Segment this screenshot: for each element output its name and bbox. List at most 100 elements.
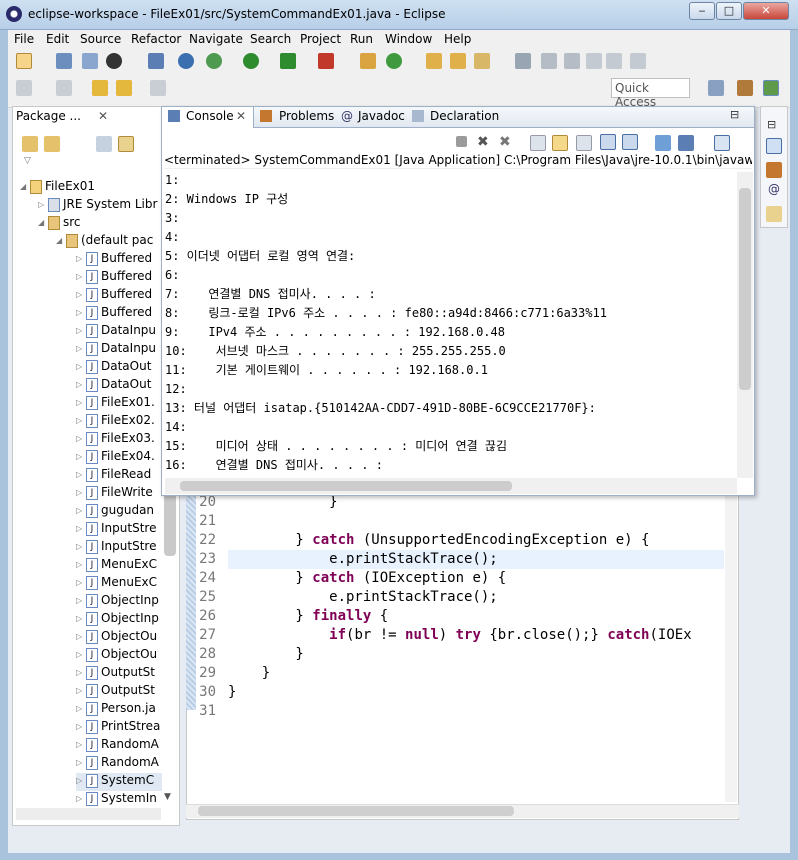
pin-console-icon[interactable] xyxy=(655,135,671,151)
expand-arrow-icon[interactable]: ▷ xyxy=(76,470,86,479)
run-coverage-icon[interactable] xyxy=(280,53,296,69)
mark-icon[interactable] xyxy=(564,53,580,69)
console-output[interactable]: 1: 2: Windows IP 구성 3: 4: 5: 이더넷 어댑터 로컬 영역 연… xyxy=(165,171,735,476)
tree-item-file[interactable]: ▷ J DataOut xyxy=(76,377,162,395)
tree-item-file[interactable]: ▷ J DataInpu xyxy=(76,341,162,359)
expand-arrow-icon[interactable]: ▷ xyxy=(76,416,86,425)
tree-item-file[interactable]: ▷ J RandomA xyxy=(76,755,162,773)
expand-arrow-icon[interactable]: ▷ xyxy=(76,542,86,551)
tree-item-file[interactable]: ▷ J FileRead xyxy=(76,467,162,485)
quick-access-input[interactable]: Quick Access xyxy=(611,78,690,109)
editor-hscroll-thumb[interactable] xyxy=(198,806,514,816)
menu-run[interactable]: Run xyxy=(350,32,373,46)
close-tab-icon[interactable]: ✕ xyxy=(98,109,108,123)
expand-arrow-icon[interactable]: ▷ xyxy=(76,380,86,389)
expand-arrow-icon[interactable]: ▷ xyxy=(76,524,86,533)
tree-item-file[interactable]: ▷ Jgugudan xyxy=(76,503,162,521)
expand-arrow-icon[interactable]: ▷ xyxy=(76,344,86,353)
expand-arrow-icon[interactable]: ▷ xyxy=(76,506,86,515)
expand-arrow-icon[interactable]: ▷ xyxy=(76,596,86,605)
new-java-class-icon[interactable] xyxy=(386,53,402,69)
tree-item-file[interactable]: ▷ J FileEx02. xyxy=(76,413,162,431)
menu-edit[interactable]: Edit xyxy=(46,32,69,46)
expand-arrow-icon[interactable]: ▷ xyxy=(76,398,86,407)
toggle-breakpoint-icon[interactable] xyxy=(178,53,194,69)
remove-all-launches-icon[interactable]: ✖ xyxy=(499,134,515,150)
maximize-button[interactable]: □ xyxy=(716,2,742,20)
expand-arrow-icon[interactable]: ▷ xyxy=(76,776,86,785)
expand-arrow-icon[interactable]: ▷ xyxy=(76,362,86,371)
console-hscroll-thumb[interactable] xyxy=(180,481,512,491)
java-perspective-icon[interactable] xyxy=(763,80,779,96)
tree-item-file[interactable]: ▷ J Buffered xyxy=(76,251,162,269)
external-tools-icon[interactable] xyxy=(318,53,334,69)
tree-item-file[interactable]: ▷ J FileEx01. xyxy=(76,395,162,413)
tree-item-file[interactable]: ▷ J Buffered xyxy=(76,287,162,305)
tab-problems[interactable]: Problems xyxy=(279,109,334,123)
profile-icon[interactable] xyxy=(106,53,122,69)
paragraph-icon[interactable] xyxy=(630,53,646,69)
forward-icon[interactable] xyxy=(150,80,166,96)
tree-item-file[interactable]: ▷ J FileEx04. xyxy=(76,449,162,467)
view-menu-icon[interactable]: ▽ xyxy=(24,156,31,166)
tree-item-file[interactable]: ▷ J InputStre xyxy=(76,521,162,539)
block-select-icon[interactable] xyxy=(586,53,602,69)
open-type-icon[interactable] xyxy=(426,53,442,69)
expand-arrow-icon[interactable]: ▷ xyxy=(76,632,86,641)
new-java-package-icon[interactable] xyxy=(360,53,376,69)
expand-arrow-icon[interactable]: ▷ xyxy=(76,722,86,731)
console-vscroll-thumb[interactable] xyxy=(739,188,751,390)
expand-arrow-icon[interactable]: ▷ xyxy=(76,488,86,497)
tree-item-file[interactable]: ▷ J DataInpu xyxy=(76,323,162,341)
expand-arrow-icon[interactable]: ▷ xyxy=(76,668,86,677)
back-nav-icon[interactable] xyxy=(22,136,38,152)
show-whitespace-icon[interactable] xyxy=(606,53,622,69)
expand-arrow-icon[interactable]: ▷ xyxy=(76,758,86,767)
remove-launch-icon[interactable]: ✖ xyxy=(477,134,493,150)
menu-help[interactable]: Help xyxy=(444,32,471,46)
expand-arrow-icon[interactable]: ▷ xyxy=(76,614,86,623)
tree-item-file[interactable]: ▷ J OutputSt xyxy=(76,665,162,683)
expand-arrow-icon[interactable]: ▷ xyxy=(76,740,86,749)
tab-javadoc[interactable]: Javadoc xyxy=(358,109,405,123)
tab-declaration[interactable]: Declaration xyxy=(430,109,499,123)
tree-item-file[interactable]: ▷ J SystemC xyxy=(76,773,162,791)
tree-item-file[interactable]: ▷ J ObjectInp xyxy=(76,611,162,629)
open-folder-icon[interactable] xyxy=(450,53,466,69)
expand-arrow-icon[interactable]: ▷ xyxy=(76,452,86,461)
menu-refactor[interactable]: Refactor xyxy=(131,32,181,46)
tree-item-src[interactable]: ◢ src xyxy=(38,215,81,233)
show-on-output-icon[interactable] xyxy=(600,134,616,150)
editor-vscrollbar[interactable] xyxy=(725,492,737,802)
tree-item-file[interactable]: ▷ J MenuExC xyxy=(76,557,162,575)
javadoc-trim-icon[interactable]: @ xyxy=(768,182,780,196)
expand-arrow-icon[interactable]: ▷ xyxy=(76,290,86,299)
last-edit-icon[interactable] xyxy=(92,80,108,96)
tree-item-file[interactable]: ▷ J SystemIn xyxy=(76,791,162,809)
menu-project[interactable]: Project xyxy=(300,32,341,46)
menu-navigate[interactable]: Navigate xyxy=(189,32,243,46)
open-perspective-icon[interactable] xyxy=(708,80,724,96)
package-explorer-scrollbar[interactable] xyxy=(164,486,176,556)
expand-arrow-icon[interactable]: ▷ xyxy=(76,308,86,317)
open-console-icon[interactable] xyxy=(714,135,730,151)
java-ee-perspective-icon[interactable] xyxy=(737,80,753,96)
save-icon[interactable] xyxy=(56,53,72,69)
tree-item-file[interactable]: ▷ J OutputSt xyxy=(76,683,162,701)
console-view-icon[interactable] xyxy=(148,53,164,69)
back-icon[interactable] xyxy=(116,80,132,96)
show-on-error-icon[interactable] xyxy=(622,134,638,150)
expand-arrow-icon[interactable]: ▷ xyxy=(76,686,86,695)
expand-arrow-icon[interactable]: ▷ xyxy=(76,326,86,335)
expand-arrow-icon[interactable]: ▷ xyxy=(76,560,86,569)
tree-item-file[interactable]: ▷ J PrintStrea xyxy=(76,719,162,737)
tree-item-file[interactable]: ▷ J Person.ja xyxy=(76,701,162,719)
expand-arrow-icon[interactable]: ▷ xyxy=(76,254,86,263)
tree-item-jre[interactable]: ▷ JRE System Libr xyxy=(38,197,157,215)
declaration-trim-icon[interactable] xyxy=(766,206,782,222)
tree-item-file[interactable]: ▷ J MenuExC xyxy=(76,575,162,593)
tree-item-file[interactable]: ▷ J RandomA xyxy=(76,737,162,755)
expand-arrow-icon[interactable]: ▷ xyxy=(76,794,86,803)
pin-icon[interactable] xyxy=(515,53,531,69)
scroll-down-arrow[interactable]: ▼ xyxy=(164,792,171,802)
